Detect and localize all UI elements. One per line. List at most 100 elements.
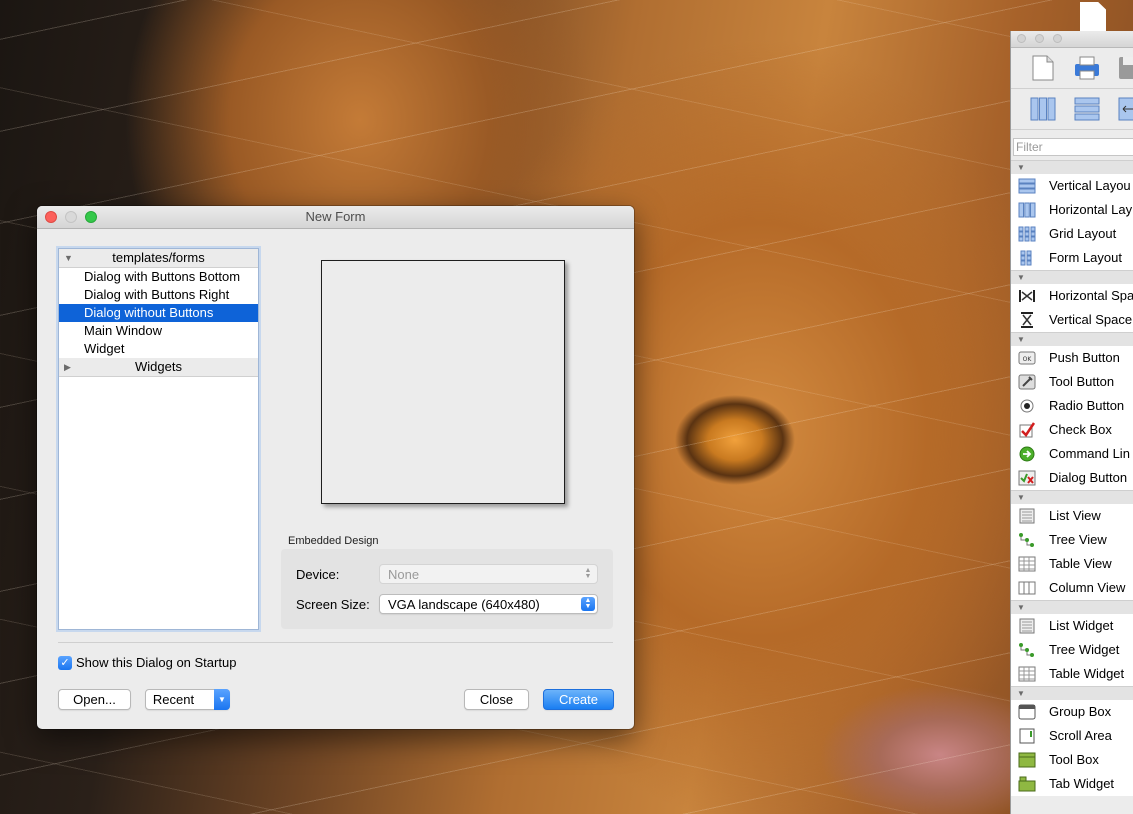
widget-item-column-view[interactable]: Column View	[1011, 576, 1133, 600]
show-on-startup-checkbox[interactable]: ✓	[58, 656, 72, 670]
recent-button[interactable]: Recent ▼	[145, 689, 230, 710]
screen-size-combo[interactable]: VGA landscape (640x480) ▲ ▼	[379, 594, 598, 614]
widget-item-grid-layout[interactable]: Grid Layout	[1011, 222, 1133, 246]
list-widget-icon	[1019, 618, 1035, 634]
widget-item-table-widget[interactable]: Table Widget	[1011, 662, 1133, 686]
open-button[interactable]: Open...	[58, 689, 131, 710]
close-button[interactable]: Close	[464, 689, 529, 710]
tree-item-dialog-with-buttons-bottom[interactable]: Dialog with Buttons Bottom	[59, 268, 258, 286]
category-toggle[interactable]: ▼	[1011, 490, 1133, 504]
table-widget-icon	[1018, 666, 1036, 682]
widget-item-list-view[interactable]: List View	[1011, 504, 1133, 528]
updown-chevron-icon: ▲ ▼	[584, 567, 592, 580]
widget-item-tree-view[interactable]: Tree View	[1011, 528, 1133, 552]
widget-item-tool-button[interactable]: Tool Button	[1011, 370, 1133, 394]
expanded-arrow-icon[interactable]: ▼	[1017, 603, 1025, 612]
category-toggle[interactable]: ▼	[1011, 332, 1133, 346]
widget-item-check-box[interactable]: Check Box	[1011, 418, 1133, 442]
widget-item-tool-box[interactable]: Tool Box	[1011, 748, 1133, 772]
print-icon[interactable]	[1073, 55, 1101, 81]
check-box-icon	[1019, 422, 1036, 438]
desktop-file-icon[interactable]	[1080, 2, 1106, 32]
collapsed-arrow-icon[interactable]: ▶	[64, 358, 71, 376]
expanded-arrow-icon[interactable]: ▼	[1017, 335, 1025, 344]
widget-item-list-widget[interactable]: List Widget	[1011, 614, 1133, 638]
scroll-area-icon	[1019, 728, 1035, 744]
form-preview	[321, 260, 565, 504]
category-toggle[interactable]: ▼	[1011, 600, 1133, 614]
form-layout-icon	[1020, 250, 1032, 266]
close-window-button[interactable]	[1017, 34, 1026, 43]
widget-item-label: Tool Button	[1049, 374, 1115, 389]
updown-chevron-icon[interactable]: ▲ ▼	[581, 597, 595, 611]
tree-category-label: Widgets	[135, 359, 182, 374]
tree-item-dialog-with-buttons-right[interactable]: Dialog with Buttons Right	[59, 286, 258, 304]
tree-category-label: templates/forms	[112, 250, 205, 265]
widget-item-label: Horizontal Lay	[1049, 202, 1133, 217]
dialog-titlebar[interactable]: New Form	[37, 206, 634, 229]
tree-item-main-window[interactable]: Main Window	[59, 322, 258, 340]
widget-item-label: List View	[1049, 508, 1101, 523]
vertical-layout-icon	[1018, 178, 1036, 194]
zoom-window-button[interactable]	[85, 211, 97, 223]
expanded-arrow-icon[interactable]: ▼	[1017, 493, 1025, 502]
group-box-icon	[1018, 704, 1036, 720]
expanded-arrow-icon[interactable]: ▼	[1017, 273, 1025, 282]
show-on-startup-label[interactable]: Show this Dialog on Startup	[76, 655, 236, 670]
zoom-window-button[interactable]	[1053, 34, 1062, 43]
device-combo-value: None	[388, 567, 420, 582]
widget-item-radio-button[interactable]: Radio Button	[1011, 394, 1133, 418]
chevron-down-icon[interactable]: ▼	[214, 689, 230, 710]
widget-item-tree-widget[interactable]: Tree Widget	[1011, 638, 1133, 662]
toolbar-row-1	[1011, 48, 1133, 89]
widget-item-scroll-area[interactable]: Scroll Area	[1011, 724, 1133, 748]
vertical-layout-icon[interactable]	[1073, 96, 1101, 122]
category-toggle[interactable]: ▼	[1011, 686, 1133, 700]
toolbar-row-2	[1011, 89, 1133, 130]
expanded-arrow-icon[interactable]: ▼	[1017, 163, 1025, 172]
filter-input[interactable]: Filter	[1013, 138, 1133, 156]
widget-item-label: Tool Box	[1049, 752, 1099, 767]
create-button[interactable]: Create	[543, 689, 614, 710]
widget-item-tab-widget[interactable]: Tab Widget	[1011, 772, 1133, 796]
widget-item-dialog-button-box[interactable]: Dialog Button	[1011, 466, 1133, 490]
widget-item-push-button[interactable]: OK Push Button	[1011, 346, 1133, 370]
save-icon[interactable]	[1117, 55, 1133, 81]
close-window-button[interactable]	[45, 211, 57, 223]
new-file-icon[interactable]	[1029, 55, 1057, 81]
widget-item-table-view[interactable]: Table View	[1011, 552, 1133, 576]
category-toggle[interactable]: ▼	[1011, 160, 1133, 174]
widget-box-titlebar[interactable]	[1011, 31, 1133, 48]
svg-text:OK: OK	[1023, 356, 1033, 363]
widget-item-group-box[interactable]: Group Box	[1011, 700, 1133, 724]
widget-list: ▼ Vertical Layou Horizontal Lay Grid Lay…	[1011, 160, 1133, 796]
minimize-window-button[interactable]	[1035, 34, 1044, 43]
widget-item-label: Vertical Layou	[1049, 178, 1131, 193]
embedded-design-label: Embedded Design	[288, 535, 379, 547]
widget-item-form-layout[interactable]: Form Layout	[1011, 246, 1133, 270]
filter-placeholder: Filter	[1016, 140, 1043, 154]
widget-item-command-link[interactable]: Command Lin	[1011, 442, 1133, 466]
widget-item-label: Table Widget	[1049, 666, 1125, 681]
divider	[58, 642, 613, 643]
widget-item-label: Scroll Area	[1049, 728, 1112, 743]
template-tree[interactable]: ▼ templates/forms Dialog with Buttons Bo…	[58, 248, 259, 630]
widget-item-label: Vertical Space	[1049, 312, 1133, 327]
widget-item-vertical-spacer[interactable]: Vertical Space	[1011, 308, 1133, 332]
tree-category-templates[interactable]: ▼ templates/forms	[59, 249, 258, 268]
new-form-dialog: New Form ▼ templates/forms Dialog with B…	[37, 206, 634, 729]
horizontal-layout-icon[interactable]	[1029, 96, 1057, 122]
widget-item-horizontal-spacer[interactable]: Horizontal Spa	[1011, 284, 1133, 308]
widget-item-horizontal-layout[interactable]: Horizontal Lay	[1011, 198, 1133, 222]
tree-category-widgets[interactable]: ▶ Widgets	[59, 358, 258, 377]
widget-item-vertical-layout[interactable]: Vertical Layou	[1011, 174, 1133, 198]
splitter-icon[interactable]	[1117, 96, 1133, 122]
category-toggle[interactable]: ▼	[1011, 270, 1133, 284]
widget-item-label: Horizontal Spa	[1049, 288, 1133, 303]
dialog-title: New Form	[305, 209, 366, 224]
expanded-arrow-icon[interactable]: ▼	[1017, 689, 1025, 698]
tree-item-dialog-without-buttons[interactable]: Dialog without Buttons	[59, 304, 258, 322]
expanded-arrow-icon[interactable]: ▼	[64, 249, 73, 267]
tree-item-widget[interactable]: Widget	[59, 340, 258, 358]
horizontal-spacer-icon	[1019, 290, 1035, 302]
